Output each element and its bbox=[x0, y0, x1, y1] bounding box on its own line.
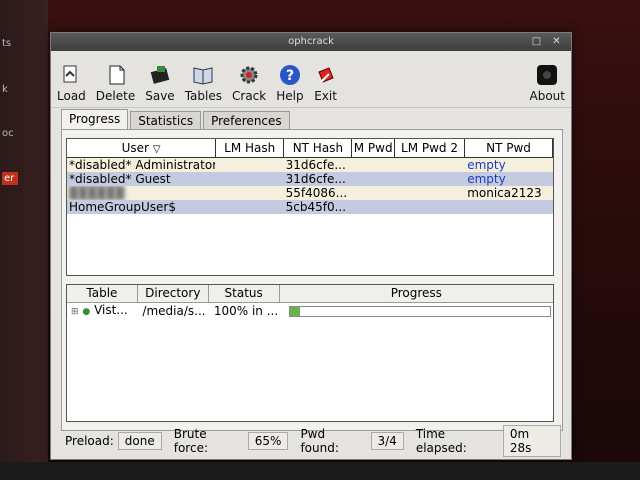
column-progress[interactable]: Progress bbox=[279, 285, 554, 302]
progress-panel: User ▽ LM Hash NT Hash M Pwd LM Pwd 2 NT… bbox=[61, 129, 563, 431]
column-status[interactable]: Status bbox=[208, 285, 280, 302]
exit-button[interactable]: Exit bbox=[314, 63, 338, 107]
column-lm-pwd-1[interactable]: M Pwd bbox=[352, 139, 395, 157]
sort-down-icon: ▽ bbox=[152, 144, 161, 155]
crack-icon bbox=[237, 63, 261, 87]
desktop-item[interactable]: ts bbox=[2, 38, 11, 49]
status-bar: Preload: done Brute force: 65% Pwd found… bbox=[61, 425, 561, 457]
close-icon[interactable]: ✕ bbox=[550, 35, 563, 48]
crack-button[interactable]: Crack bbox=[232, 63, 266, 107]
table-header: User ▽ LM Hash NT Hash M Pwd LM Pwd 2 NT… bbox=[67, 139, 553, 158]
table-progress-bar bbox=[289, 305, 552, 317]
delete-button[interactable]: Delete bbox=[96, 63, 135, 107]
status-dot-icon: ● bbox=[82, 307, 91, 317]
table-row[interactable]: ██████ 55f4086... monica2123 bbox=[67, 186, 553, 200]
tables-button[interactable]: Tables bbox=[185, 63, 222, 107]
tab-preferences[interactable]: Preferences bbox=[203, 111, 290, 131]
title-bar[interactable]: ophcrack □ ✕ bbox=[51, 33, 571, 51]
column-nt-hash[interactable]: NT Hash bbox=[284, 139, 353, 157]
load-icon bbox=[59, 63, 83, 87]
table-row[interactable]: ⊞ ● Vist... /media/s... 100% in ... bbox=[67, 303, 553, 319]
progress-fill bbox=[290, 306, 301, 316]
pwd-found-count: 3/4 bbox=[370, 432, 404, 450]
rainbow-tables-table[interactable]: Table Directory Status Progress ⊞ ● Vist… bbox=[66, 284, 554, 422]
about-icon bbox=[535, 63, 559, 87]
brute-force-status: 65% bbox=[247, 432, 289, 450]
toolbar: Load Delete Save Tables Crack ? Help Exi… bbox=[51, 51, 571, 108]
save-button[interactable]: Save bbox=[145, 63, 175, 107]
column-table[interactable]: Table bbox=[67, 285, 138, 302]
table-row[interactable]: *disabled* Guest 31d6cfe... empty bbox=[67, 172, 553, 186]
column-directory[interactable]: Directory bbox=[137, 285, 209, 302]
user-hash-table[interactable]: User ▽ LM Hash NT Hash M Pwd LM Pwd 2 NT… bbox=[66, 138, 554, 276]
column-lm-hash[interactable]: LM Hash bbox=[216, 139, 285, 157]
svg-text:?: ? bbox=[286, 68, 294, 84]
time-elapsed: 0m 28s bbox=[502, 425, 561, 457]
save-icon bbox=[148, 63, 172, 87]
desktop-item[interactable]: k bbox=[2, 84, 8, 95]
column-user[interactable]: User ▽ bbox=[67, 139, 217, 157]
column-nt-pwd[interactable]: NT Pwd bbox=[465, 139, 553, 157]
maximize-icon[interactable]: □ bbox=[530, 35, 543, 48]
help-icon: ? bbox=[278, 63, 302, 87]
column-lm-pwd-2[interactable]: LM Pwd 2 bbox=[395, 139, 466, 157]
desktop-item-selected[interactable]: er bbox=[2, 172, 19, 185]
about-button[interactable]: About bbox=[530, 63, 565, 107]
desktop-item[interactable]: oc bbox=[2, 128, 14, 139]
load-button[interactable]: Load bbox=[57, 63, 86, 107]
tab-bar: Progress Statistics Preferences bbox=[61, 109, 292, 131]
ophcrack-window: ophcrack □ ✕ Load Delete Save Tables Cra… bbox=[50, 32, 572, 460]
exit-icon bbox=[314, 63, 338, 87]
help-button[interactable]: ? Help bbox=[276, 63, 304, 107]
expand-icon[interactable]: ⊞ bbox=[71, 307, 79, 317]
desktop-sidebar: ts k oc er bbox=[0, 0, 48, 480]
tab-progress[interactable]: Progress bbox=[61, 109, 129, 131]
blurred-username: ██████ bbox=[69, 186, 125, 200]
table-row[interactable]: *disabled* Administrator 31d6cfe... empt… bbox=[67, 158, 553, 172]
tab-statistics[interactable]: Statistics bbox=[130, 111, 202, 131]
tables-header: Table Directory Status Progress bbox=[67, 285, 554, 303]
table-row[interactable]: HomeGroupUser$ 5cb45f0... bbox=[67, 200, 553, 214]
preload-status: done bbox=[117, 432, 162, 450]
window-title: ophcrack bbox=[288, 36, 334, 47]
taskbar bbox=[0, 462, 640, 480]
tables-icon bbox=[191, 63, 215, 87]
delete-icon bbox=[104, 63, 128, 87]
